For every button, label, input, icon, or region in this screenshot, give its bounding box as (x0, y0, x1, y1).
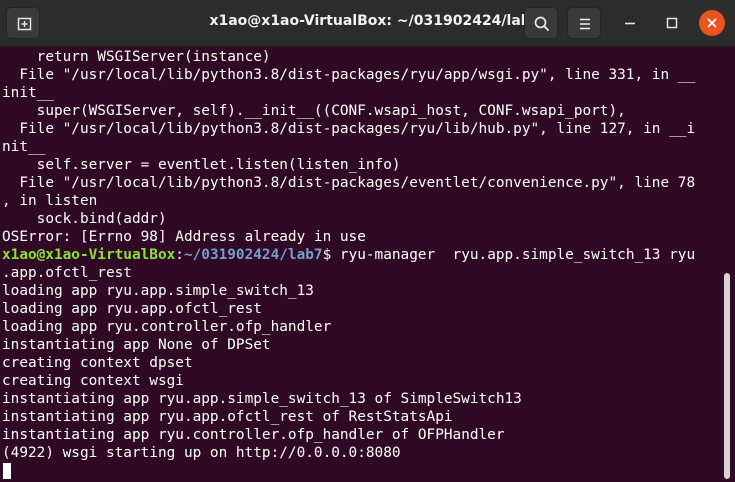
close-icon (707, 18, 717, 28)
output-line: self.server = eventlet.listen(listen_inf… (2, 157, 401, 173)
maximize-icon (666, 17, 678, 29)
minimize-icon (625, 22, 635, 25)
new-tab-icon (17, 17, 32, 31)
maximize-button[interactable] (659, 10, 685, 36)
command-text: ryu-manager ryu.app.simple_switch_13 ryu (339, 247, 696, 263)
output-line: File "/usr/local/lib/python3.8/dist-pack… (2, 175, 696, 191)
output-line: init__ (2, 85, 54, 101)
scrollbar-thumb[interactable] (724, 273, 730, 479)
prompt-separator: : (175, 247, 184, 263)
new-tab-button[interactable] (6, 7, 40, 39)
output-line: instantiating app ryu.controller.ofp_han… (2, 427, 505, 443)
output-line: instantiating app None of DPSet (2, 337, 271, 353)
terminal-window: x1ao@x1ao-VirtualBox: ~/031902424/lab7 r… (0, 0, 735, 482)
output-line: creating context dpset (2, 355, 193, 371)
output-line: .app.ofctl_rest (2, 265, 132, 281)
output-line: File "/usr/local/lib/python3.8/dist-pack… (2, 67, 696, 83)
output-line: (4922) wsgi starting up on http://0.0.0.… (2, 445, 401, 461)
menu-button[interactable] (567, 7, 601, 39)
minimize-button[interactable] (617, 10, 643, 36)
hamburger-menu-icon (580, 18, 590, 30)
terminal-output[interactable]: return WSGIServer(instance) File "/usr/l… (0, 47, 735, 482)
text-cursor (3, 463, 11, 479)
output-line: loading app ryu.app.ofctl_rest (2, 301, 262, 317)
prompt-user-host: x1ao@x1ao-VirtualBox (2, 247, 176, 263)
output-line: return WSGIServer(instance) (2, 49, 271, 65)
search-button[interactable] (524, 7, 558, 39)
prompt-symbol: $ (322, 247, 340, 263)
output-line: nit__ (2, 139, 46, 155)
prompt-line: x1ao@x1ao-VirtualBox:~/031902424/lab7$ r… (2, 246, 695, 264)
output-line: loading app ryu.app.simple_switch_13 (2, 283, 314, 299)
search-icon (534, 16, 549, 31)
output-line: instantiating app ryu.app.simple_switch_… (2, 391, 522, 407)
output-line: File "/usr/local/lib/python3.8/dist-pack… (2, 121, 696, 137)
output-line: sock.bind(addr) (2, 211, 167, 227)
prompt-path: ~/031902424/lab7 (183, 247, 323, 263)
title-bar[interactable]: x1ao@x1ao-VirtualBox: ~/031902424/lab7 (0, 0, 735, 47)
output-line: creating context wsgi (2, 373, 184, 389)
output-line: super(WSGIServer, self).__init__((CONF.w… (2, 103, 626, 119)
output-line: , in listen (2, 193, 98, 209)
close-button[interactable] (699, 10, 725, 36)
error-line: OSError: [Errno 98] Address already in u… (2, 229, 366, 245)
output-line: instantiating app ryu.app.ofctl_rest of … (2, 409, 453, 425)
output-line: loading app ryu.controller.ofp_handler (2, 319, 332, 335)
